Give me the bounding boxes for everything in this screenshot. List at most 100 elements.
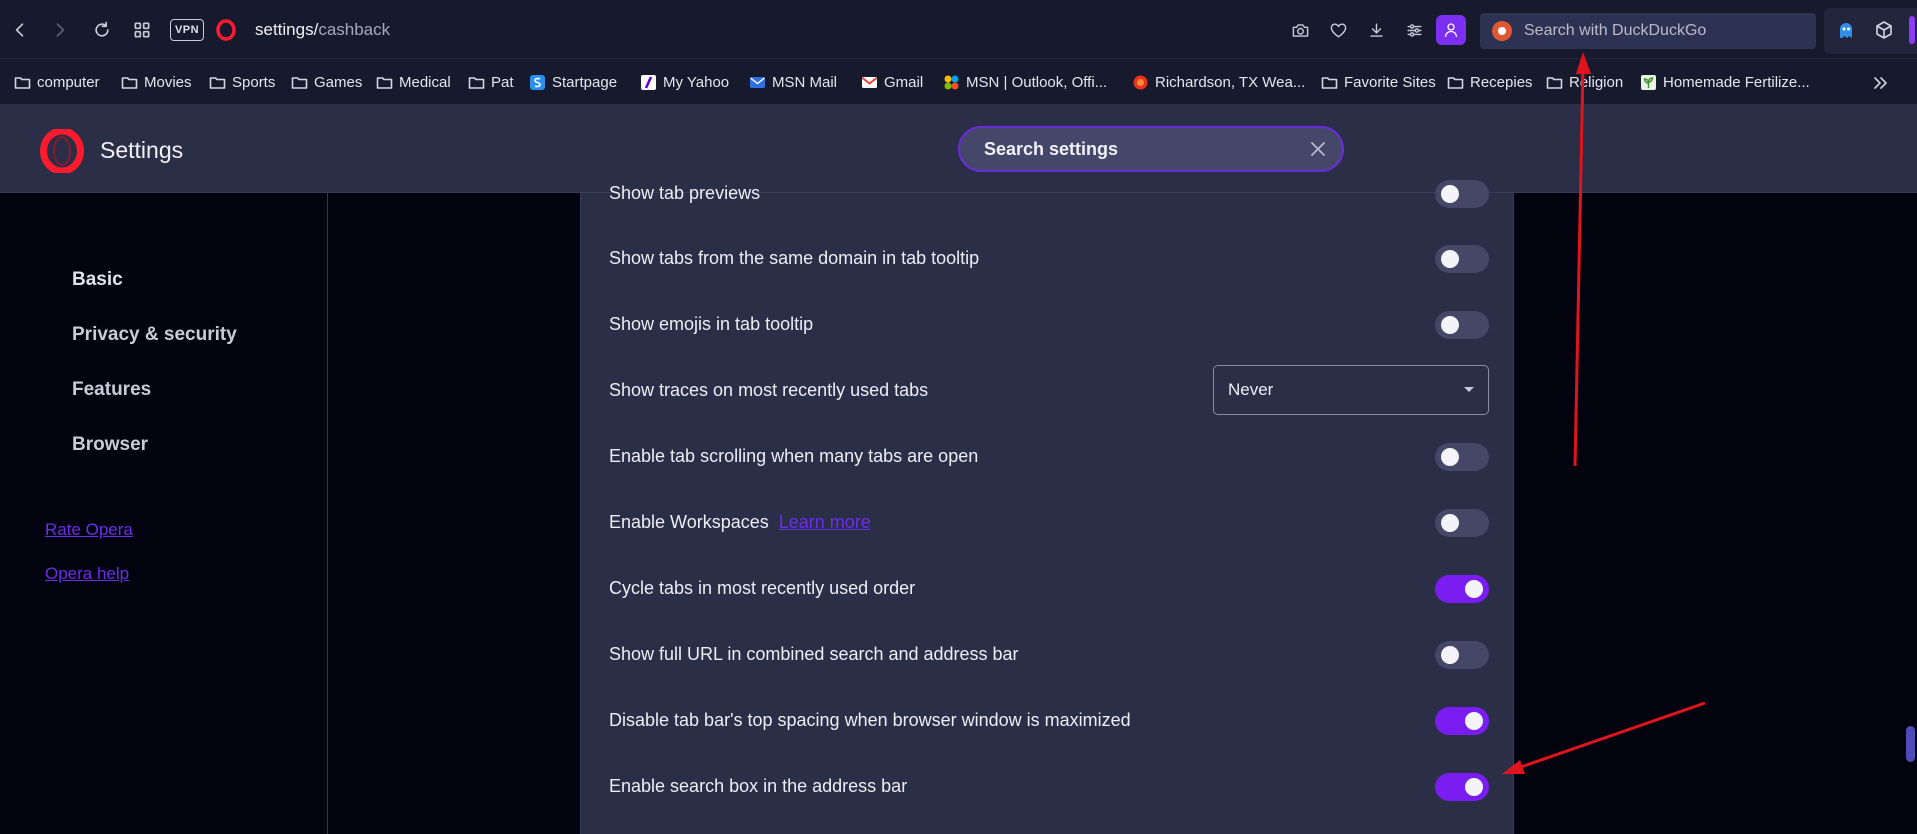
bookmark-folder-recepies[interactable]: Recepies — [1447, 69, 1533, 95]
setting-label: Show traces on most recently used tabs — [609, 379, 929, 400]
msn-mail-icon — [750, 76, 765, 88]
browser-toolbar: VPN settings/cashback Search with DuckDu… — [0, 0, 1917, 58]
downloads-button[interactable] — [1362, 16, 1390, 44]
url-path: cashback — [318, 20, 391, 39]
toggle-show-tab-previews[interactable] — [1435, 180, 1489, 208]
tabs-grid-button[interactable] — [126, 14, 158, 46]
setting-row-workspaces: Enable Workspaces Learn more — [609, 495, 1489, 549]
toggle-search-box[interactable] — [1435, 773, 1489, 801]
reload-button[interactable] — [86, 14, 118, 46]
sidebar-item-basic[interactable]: Basic — [72, 269, 123, 291]
folder-icon — [468, 76, 485, 89]
gmail-icon — [861, 76, 878, 88]
setting-row-full-url: Show full URL in combined search and add… — [609, 627, 1489, 681]
bookmark-msn-outlook[interactable]: MSN | Outlook, Offi... — [943, 69, 1107, 95]
bookmark-folder-computer[interactable]: computer — [14, 69, 100, 95]
setting-label: Cycle tabs in most recently used order — [609, 577, 916, 598]
bookmark-label: Homemade Fertilize... — [1663, 73, 1810, 91]
setting-row-search-box: Enable search box in the address bar — [609, 759, 1489, 813]
folder-icon — [121, 76, 138, 89]
toggle-tab-scrolling[interactable] — [1435, 443, 1489, 471]
setting-row-traces: Show traces on most recently used tabs N… — [609, 363, 1489, 417]
bookmark-folder-favorite-sites[interactable]: Favorite Sites — [1321, 69, 1436, 95]
setting-label: Show tabs from the same domain in tab to… — [609, 247, 980, 268]
folder-icon — [376, 76, 393, 89]
reload-icon — [95, 21, 109, 37]
page-title: Settings — [100, 137, 184, 163]
search-settings-label: Search settings — [984, 138, 1119, 159]
back-button[interactable] — [4, 14, 36, 46]
opera-logo-icon — [40, 129, 84, 173]
setting-row-show-tab-previews: Show tab previews — [609, 166, 1489, 220]
bookmarks-bar: computer Movies Sports Games Medical Pat… — [0, 58, 1917, 104]
setting-label: Show emojis in tab tooltip — [609, 313, 814, 334]
bookmark-label: computer — [37, 73, 100, 91]
extensions-cube-icon[interactable] — [1874, 20, 1894, 40]
bookmark-label: Games — [314, 73, 363, 91]
bookmark-folder-religion[interactable]: Religion — [1546, 69, 1623, 95]
folder-icon — [1447, 76, 1464, 89]
toggle-workspaces[interactable] — [1435, 509, 1489, 537]
chevron-double-right-icon[interactable] — [1870, 73, 1890, 93]
bookmark-folder-movies[interactable]: Movies — [121, 69, 192, 95]
bookmark-homemade-fertilizer[interactable]: Homemade Fertilize... — [1640, 69, 1810, 95]
bookmark-label: Startpage — [552, 73, 618, 91]
bookmark-folder-sports[interactable]: Sports — [209, 69, 275, 95]
setting-row-cycle-tabs: Cycle tabs in most recently used order — [609, 561, 1489, 615]
chevron-right-icon — [56, 23, 65, 37]
search-box-placeholder: Search with DuckDuckGo — [1524, 22, 1707, 39]
bookmark-folder-games[interactable]: Games — [291, 69, 362, 95]
sidebar-item-browser[interactable]: Browser — [72, 434, 148, 456]
opera-help-link[interactable]: Opera help — [45, 564, 129, 584]
bookmark-label: Gmail — [884, 73, 924, 91]
traces-select[interactable]: Never — [1213, 365, 1489, 415]
learn-more-link[interactable]: Learn more — [779, 512, 871, 533]
bookmark-folder-pat[interactable]: Pat — [468, 69, 514, 95]
weather-icon — [1133, 75, 1148, 89]
bookmark-startpage[interactable]: Startpage — [529, 69, 617, 95]
bookmark-label: My Yahoo — [663, 73, 730, 91]
snapshot-button[interactable] — [1286, 16, 1314, 44]
yahoo-icon — [641, 74, 656, 90]
sidebar-item-privacy-security[interactable]: Privacy & security — [72, 324, 237, 346]
forward-button[interactable] — [44, 14, 76, 46]
bookmark-weather[interactable]: Richardson, TX Wea... — [1132, 69, 1305, 95]
traces-select-value: Never — [1228, 380, 1274, 399]
easy-setup-button[interactable] — [1400, 16, 1428, 44]
folder-icon — [1546, 76, 1563, 89]
startpage-icon — [530, 74, 545, 90]
url-host: settings/ — [255, 20, 319, 39]
scrollbar-thumb[interactable] — [1906, 726, 1915, 762]
toggle-cycle-tabs[interactable] — [1435, 575, 1489, 603]
close-icon[interactable] — [1308, 139, 1328, 159]
caret-down-icon — [1464, 387, 1474, 392]
folder-icon — [291, 76, 308, 89]
sliders-icon — [1406, 23, 1422, 37]
bookmark-label: Richardson, TX Wea... — [1155, 73, 1306, 91]
vpn-button[interactable]: VPN — [170, 19, 204, 41]
camera-icon — [1292, 23, 1308, 37]
profile-button[interactable] — [1436, 15, 1466, 45]
bookmark-gmail[interactable]: Gmail — [861, 69, 923, 95]
toggle-emojis-tooltip[interactable] — [1435, 311, 1489, 339]
address-bar[interactable]: settings/cashback — [255, 20, 390, 40]
setting-row-tab-scrolling: Enable tab scrolling when many tabs are … — [609, 429, 1489, 483]
sidebar-item-features[interactable]: Features — [72, 379, 151, 401]
duckduckgo-icon — [1492, 21, 1512, 41]
settings-sidebar: Basic Privacy & security Features Browse… — [0, 193, 328, 834]
folder-icon — [209, 76, 226, 89]
setting-label: Enable tab scrolling when many tabs are … — [609, 445, 979, 466]
bookmark-msn-mail[interactable]: MSN Mail — [749, 69, 837, 95]
duckduckgo-search-box[interactable]: Search with DuckDuckGo — [1480, 13, 1816, 49]
bookmark-my-yahoo[interactable]: My Yahoo — [640, 69, 729, 95]
toggle-top-spacing[interactable] — [1435, 707, 1489, 735]
bookmark-label: Favorite Sites — [1344, 73, 1436, 91]
my-flow-button[interactable] — [1324, 16, 1352, 44]
toggle-full-url[interactable] — [1435, 641, 1489, 669]
bookmark-label: Medical — [399, 73, 451, 91]
ghost-extension-icon[interactable] — [1836, 20, 1856, 40]
toggle-same-domain-tooltip[interactable] — [1435, 245, 1489, 273]
bookmark-folder-medical[interactable]: Medical — [376, 69, 451, 95]
bookmark-label: Movies — [144, 73, 192, 91]
rate-opera-link[interactable]: Rate Opera — [45, 520, 133, 540]
